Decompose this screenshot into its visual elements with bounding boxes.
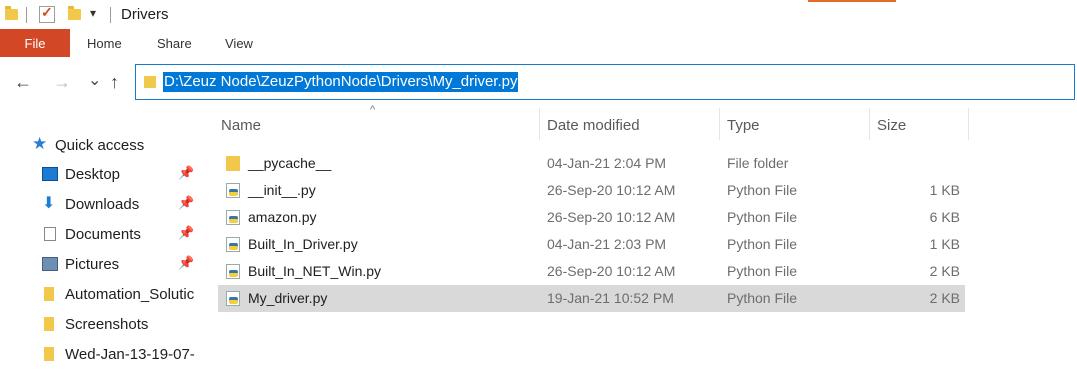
title-bar: ▾ Drivers bbox=[0, 0, 1077, 30]
file-date: 26-Sep-20 10:12 AM bbox=[547, 263, 676, 279]
python-file-icon bbox=[226, 237, 240, 252]
file-name: __pycache__ bbox=[248, 155, 332, 171]
folder-icon bbox=[44, 347, 54, 361]
window-title: Drivers bbox=[121, 6, 169, 23]
column-divider[interactable] bbox=[539, 108, 540, 140]
folder-icon bbox=[44, 287, 54, 301]
file-type: Python File bbox=[727, 182, 798, 198]
file-size: 2 KB bbox=[929, 290, 960, 306]
new-folder-icon[interactable] bbox=[68, 6, 81, 20]
python-file-icon bbox=[226, 291, 240, 306]
sidebar-quick-access[interactable]: ★ Quick access bbox=[0, 131, 200, 161]
table-row[interactable]: __init__.py 26-Sep-20 10:12 AM Python Fi… bbox=[218, 177, 965, 204]
sidebar-item-label: Automation_Solutic bbox=[65, 286, 195, 303]
sidebar-item-label: Wed-Jan-13-19-07- bbox=[65, 346, 195, 363]
download-icon: ⬇ bbox=[42, 195, 56, 212]
file-date: 26-Sep-20 10:12 AM bbox=[547, 209, 676, 225]
documents-icon bbox=[44, 227, 56, 241]
forward-button[interactable]: → bbox=[53, 72, 71, 93]
file-name: Built_In_NET_Win.py bbox=[248, 263, 382, 279]
sidebar-item-screenshots[interactable]: Screenshots bbox=[0, 310, 200, 340]
sidebar-item-pictures[interactable]: Pictures 📌 bbox=[0, 250, 200, 280]
folder-icon bbox=[44, 317, 54, 331]
pictures-icon bbox=[42, 257, 58, 271]
address-input[interactable]: D:\Zeuz Node\ZeuzPythonNode\Drivers\My_d… bbox=[163, 72, 519, 92]
column-header-date[interactable]: Date modified bbox=[547, 117, 640, 134]
column-divider[interactable] bbox=[968, 108, 969, 140]
tab-file[interactable]: File bbox=[0, 29, 70, 57]
file-size: 2 KB bbox=[929, 263, 960, 279]
desktop-icon bbox=[42, 167, 58, 181]
sidebar-item-automation-solutions[interactable]: Automation_Solutic bbox=[0, 280, 200, 310]
pin-icon[interactable]: 📌 bbox=[178, 195, 194, 211]
table-row-selected[interactable]: My_driver.py 19-Jan-21 10:52 PM Python F… bbox=[218, 285, 965, 312]
python-file-icon bbox=[226, 264, 240, 279]
sidebar-item-desktop[interactable]: Desktop 📌 bbox=[0, 160, 200, 190]
file-name: My_driver.py bbox=[248, 290, 328, 306]
table-row[interactable]: Built_In_Driver.py 04-Jan-21 2:03 PM Pyt… bbox=[218, 231, 965, 258]
file-name: Built_In_Driver.py bbox=[248, 236, 358, 252]
star-icon: ★ bbox=[32, 134, 48, 153]
recent-locations-button[interactable]: ⌄ bbox=[88, 70, 101, 90]
tab-share[interactable]: Share bbox=[157, 36, 192, 51]
file-name: __init__.py bbox=[248, 182, 316, 198]
column-header-size[interactable]: Size bbox=[877, 117, 906, 134]
pin-icon[interactable]: 📌 bbox=[178, 255, 194, 271]
file-name: amazon.py bbox=[248, 209, 317, 225]
table-row[interactable]: Built_In_NET_Win.py 26-Sep-20 10:12 AM P… bbox=[218, 258, 965, 285]
sidebar-item-wed-jan-13[interactable]: Wed-Jan-13-19-07- bbox=[0, 340, 200, 370]
table-row[interactable]: __pycache__ 04-Jan-21 2:04 PM File folde… bbox=[218, 150, 965, 177]
sort-ascending-icon: ^ bbox=[370, 104, 376, 116]
file-date: 04-Jan-21 2:04 PM bbox=[547, 155, 667, 171]
window-accent bbox=[808, 0, 896, 2]
up-button[interactable]: ↑ bbox=[110, 72, 119, 93]
column-header-type[interactable]: Type bbox=[727, 117, 760, 134]
column-divider[interactable] bbox=[869, 108, 870, 140]
sidebar-item-label: Screenshots bbox=[65, 316, 149, 333]
file-type: Python File bbox=[727, 209, 798, 225]
file-type: Python File bbox=[727, 290, 798, 306]
file-date: 04-Jan-21 2:03 PM bbox=[547, 236, 667, 252]
separator bbox=[26, 7, 27, 23]
back-button[interactable]: ← bbox=[14, 72, 32, 93]
pin-icon[interactable]: 📌 bbox=[178, 225, 194, 241]
folder-icon bbox=[5, 6, 18, 20]
sidebar-item-documents[interactable]: Documents 📌 bbox=[0, 220, 200, 250]
sidebar-item-label: Quick access bbox=[55, 137, 145, 154]
file-size: 6 KB bbox=[929, 209, 960, 225]
file-size: 1 KB bbox=[929, 236, 960, 252]
table-row[interactable]: amazon.py 26-Sep-20 10:12 AM Python File… bbox=[218, 204, 965, 231]
file-type: File folder bbox=[727, 155, 789, 171]
tab-home[interactable]: Home bbox=[87, 36, 122, 51]
sidebar-item-downloads[interactable]: ⬇ Downloads 📌 bbox=[0, 190, 200, 220]
file-type: Python File bbox=[727, 263, 798, 279]
customize-quick-access-icon[interactable]: ▾ bbox=[90, 6, 96, 20]
column-divider[interactable] bbox=[719, 108, 720, 140]
python-file-icon bbox=[226, 210, 240, 225]
file-date: 26-Sep-20 10:12 AM bbox=[547, 182, 676, 198]
pin-icon[interactable]: 📌 bbox=[178, 165, 194, 181]
folder-icon bbox=[144, 76, 156, 88]
file-date: 19-Jan-21 10:52 PM bbox=[547, 290, 674, 306]
python-file-icon bbox=[226, 183, 240, 198]
separator bbox=[110, 7, 111, 23]
file-type: Python File bbox=[727, 236, 798, 252]
file-size: 1 KB bbox=[929, 182, 960, 198]
properties-checkbox-icon[interactable] bbox=[39, 4, 55, 23]
folder-icon bbox=[226, 156, 240, 171]
address-bar[interactable]: D:\Zeuz Node\ZeuzPythonNode\Drivers\My_d… bbox=[135, 64, 1075, 100]
column-header-name[interactable]: Name bbox=[221, 117, 261, 134]
tab-view[interactable]: View bbox=[225, 36, 253, 51]
